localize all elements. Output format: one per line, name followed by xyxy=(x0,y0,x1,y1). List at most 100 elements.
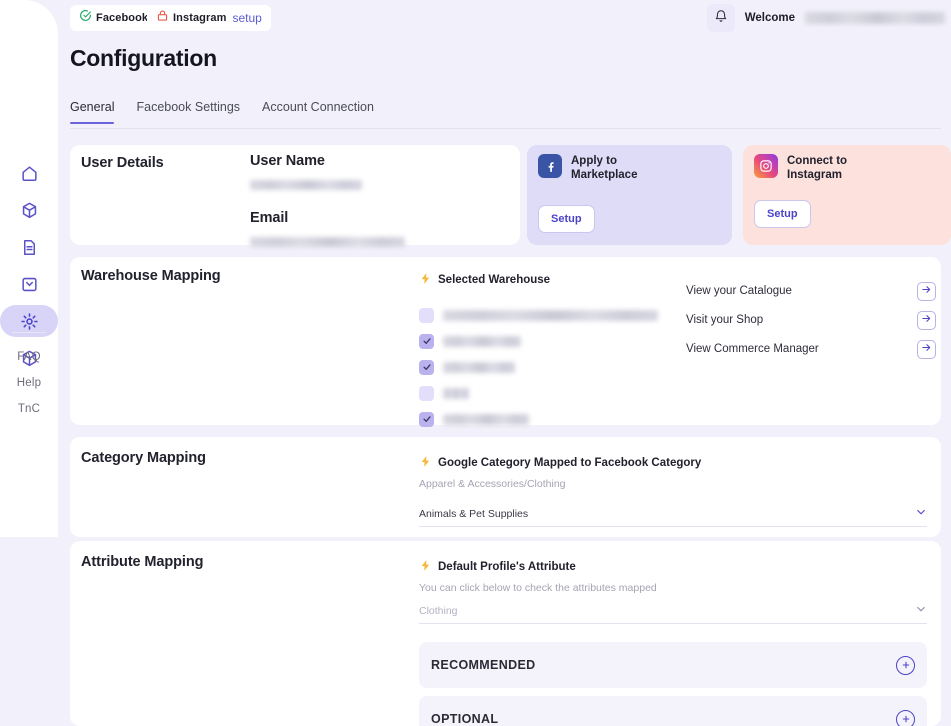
facebook-icon xyxy=(538,154,562,178)
warehouse-selection: Selected Warehouse xyxy=(419,272,669,432)
connect-to-instagram-card[interactable]: Connect to Instagram Setup xyxy=(743,145,951,245)
category-mapping-label: Google Category Mapped to Facebook Categ… xyxy=(438,457,702,469)
inbox-icon xyxy=(18,273,40,295)
sidebar-item-products[interactable] xyxy=(0,192,58,228)
notification-bell-icon xyxy=(714,9,728,28)
sidebar-item-orders[interactable] xyxy=(0,266,58,302)
tab-general[interactable]: General xyxy=(70,100,115,124)
warehouse-row[interactable] xyxy=(419,406,669,432)
category-select-value: Animals & Pet Supplies xyxy=(419,507,529,520)
plus-circle-icon[interactable] xyxy=(896,655,915,675)
instagram-title-line2: Instagram xyxy=(787,169,842,182)
topbar-right: Welcome xyxy=(706,0,947,36)
marketplace-setup-button[interactable]: Setup xyxy=(538,205,595,233)
category-mapping-card: Category Mapping Google Category Mapped … xyxy=(70,437,941,537)
instagram-chip-label: Instagram xyxy=(173,12,227,24)
warehouse-list xyxy=(419,302,669,432)
accordion-optional-label: OPTIONAL xyxy=(431,712,499,726)
view-catalogue-label[interactable]: View your Catalogue xyxy=(686,285,792,297)
warehouse-checkbox[interactable] xyxy=(419,411,434,427)
plus-circle-icon[interactable] xyxy=(896,709,915,726)
warehouse-checkbox[interactable] xyxy=(419,359,434,375)
tab-account-connection[interactable]: Account Connection xyxy=(262,100,374,123)
view-catalogue-arrow-button[interactable] xyxy=(917,281,936,301)
warehouse-row[interactable] xyxy=(419,302,669,328)
instagram-status-chip[interactable]: Instagram setup xyxy=(147,5,271,31)
facebook-status-chip[interactable]: Facebook xyxy=(70,5,158,31)
sidebar-item-configuration[interactable] xyxy=(0,303,58,339)
email-value xyxy=(250,233,405,251)
sidebar-item-home[interactable] xyxy=(0,155,58,191)
warehouse-mapping-card: Warehouse Mapping Selected Warehouse Vie… xyxy=(70,257,941,427)
warehouse-row[interactable] xyxy=(419,354,669,380)
sidebar-item-reports[interactable] xyxy=(0,229,58,265)
user-details-fields: User Name Email xyxy=(250,153,405,251)
page-title: Configuration xyxy=(70,45,217,71)
marketplace-title-line1: Apply to xyxy=(571,155,617,167)
sidebar-top-curve xyxy=(0,0,58,34)
instagram-setup-button[interactable]: Setup xyxy=(754,200,811,228)
category-mapping-title: Category Mapping xyxy=(81,450,206,466)
attribute-select[interactable]: Clothing xyxy=(419,598,927,624)
commerce-manager-row[interactable]: View Commerce Manager xyxy=(686,335,936,363)
warehouse-name-redacted xyxy=(443,387,469,399)
username-value xyxy=(250,176,405,194)
user-details-card: User Details User Name Email xyxy=(70,145,520,247)
attribute-select-value: Clothing xyxy=(419,604,458,617)
attribute-mapping-label: Default Profile's Attribute xyxy=(438,561,576,573)
instagram-lock-icon xyxy=(156,9,169,27)
attribute-mapping-body: Default Profile's Attribute You can clic… xyxy=(419,559,927,726)
sidebar-link-help[interactable]: Help xyxy=(0,370,58,396)
document-icon xyxy=(18,236,40,258)
apply-to-marketplace-card[interactable]: Apply to Marketplace Setup xyxy=(527,145,732,245)
attribute-mapping-note: You can click below to check the attribu… xyxy=(419,582,657,594)
commerce-manager-label[interactable]: View Commerce Manager xyxy=(686,343,819,355)
facebook-check-icon xyxy=(79,9,92,27)
lightning-bolt-icon xyxy=(419,272,432,288)
chevron-down-icon xyxy=(915,506,927,521)
warehouse-checkbox[interactable] xyxy=(419,307,434,323)
chevron-down-icon xyxy=(915,603,927,618)
commerce-manager-arrow-button[interactable] xyxy=(917,339,936,359)
warehouse-checkbox[interactable] xyxy=(419,333,434,349)
sidebar: FAQ Help TnC xyxy=(0,0,58,537)
warehouse-name-redacted xyxy=(443,361,515,373)
username-label: User Name xyxy=(250,153,325,169)
warehouse-name-redacted xyxy=(443,309,658,321)
marketplace-header: Apply to Marketplace xyxy=(538,154,637,183)
visit-shop-row[interactable]: Visit your Shop xyxy=(686,306,936,334)
category-mapping-body: Google Category Mapped to Facebook Categ… xyxy=(419,455,927,527)
tab-facebook-settings[interactable]: Facebook Settings xyxy=(136,100,240,123)
instagram-title-line1: Connect to xyxy=(787,155,848,167)
accordion-recommended[interactable]: RECOMMENDED xyxy=(419,642,927,688)
marketplace-title-line2: Marketplace xyxy=(571,169,638,182)
selected-warehouse-header: Selected Warehouse xyxy=(419,272,669,288)
facebook-chip-label: Facebook xyxy=(96,12,149,24)
welcome-label: Welcome xyxy=(744,12,795,24)
topbar: Facebook Instagram setup Welcome xyxy=(58,0,951,36)
notifications-button[interactable] xyxy=(706,4,735,32)
warehouse-row[interactable] xyxy=(419,380,669,406)
instagram-title: Connect to Instagram xyxy=(787,154,847,183)
lightning-bolt-icon xyxy=(419,559,432,575)
arrow-right-icon xyxy=(921,282,932,300)
accordion-optional[interactable]: OPTIONAL xyxy=(419,696,927,726)
warehouse-links: View your Catalogue Visit your Shop View… xyxy=(686,277,936,364)
warehouse-checkbox[interactable] xyxy=(419,385,434,401)
category-select[interactable]: Animals & Pet Supplies xyxy=(419,501,927,527)
accordion-recommended-label: RECOMMENDED xyxy=(431,658,536,672)
view-catalogue-row[interactable]: View your Catalogue xyxy=(686,277,936,305)
tab-bar: General Facebook Settings Account Connec… xyxy=(70,100,941,129)
visit-shop-arrow-button[interactable] xyxy=(917,310,936,330)
instagram-setup-link[interactable]: setup xyxy=(232,11,261,25)
visit-shop-label[interactable]: Visit your Shop xyxy=(686,314,763,326)
email-redacted xyxy=(250,236,405,247)
lightning-bolt-icon xyxy=(419,455,432,471)
app-root: FAQ Help TnC Facebook Instagram setup We… xyxy=(0,0,951,726)
sidebar-link-tnc[interactable]: TnC xyxy=(0,396,58,422)
warehouse-name-redacted xyxy=(443,413,529,425)
sidebar-link-faq[interactable]: FAQ xyxy=(0,344,58,370)
sidebar-divider xyxy=(12,332,46,333)
warehouse-row[interactable] xyxy=(419,328,669,354)
attribute-mapping-card: Attribute Mapping Default Profile's Attr… xyxy=(70,541,941,726)
